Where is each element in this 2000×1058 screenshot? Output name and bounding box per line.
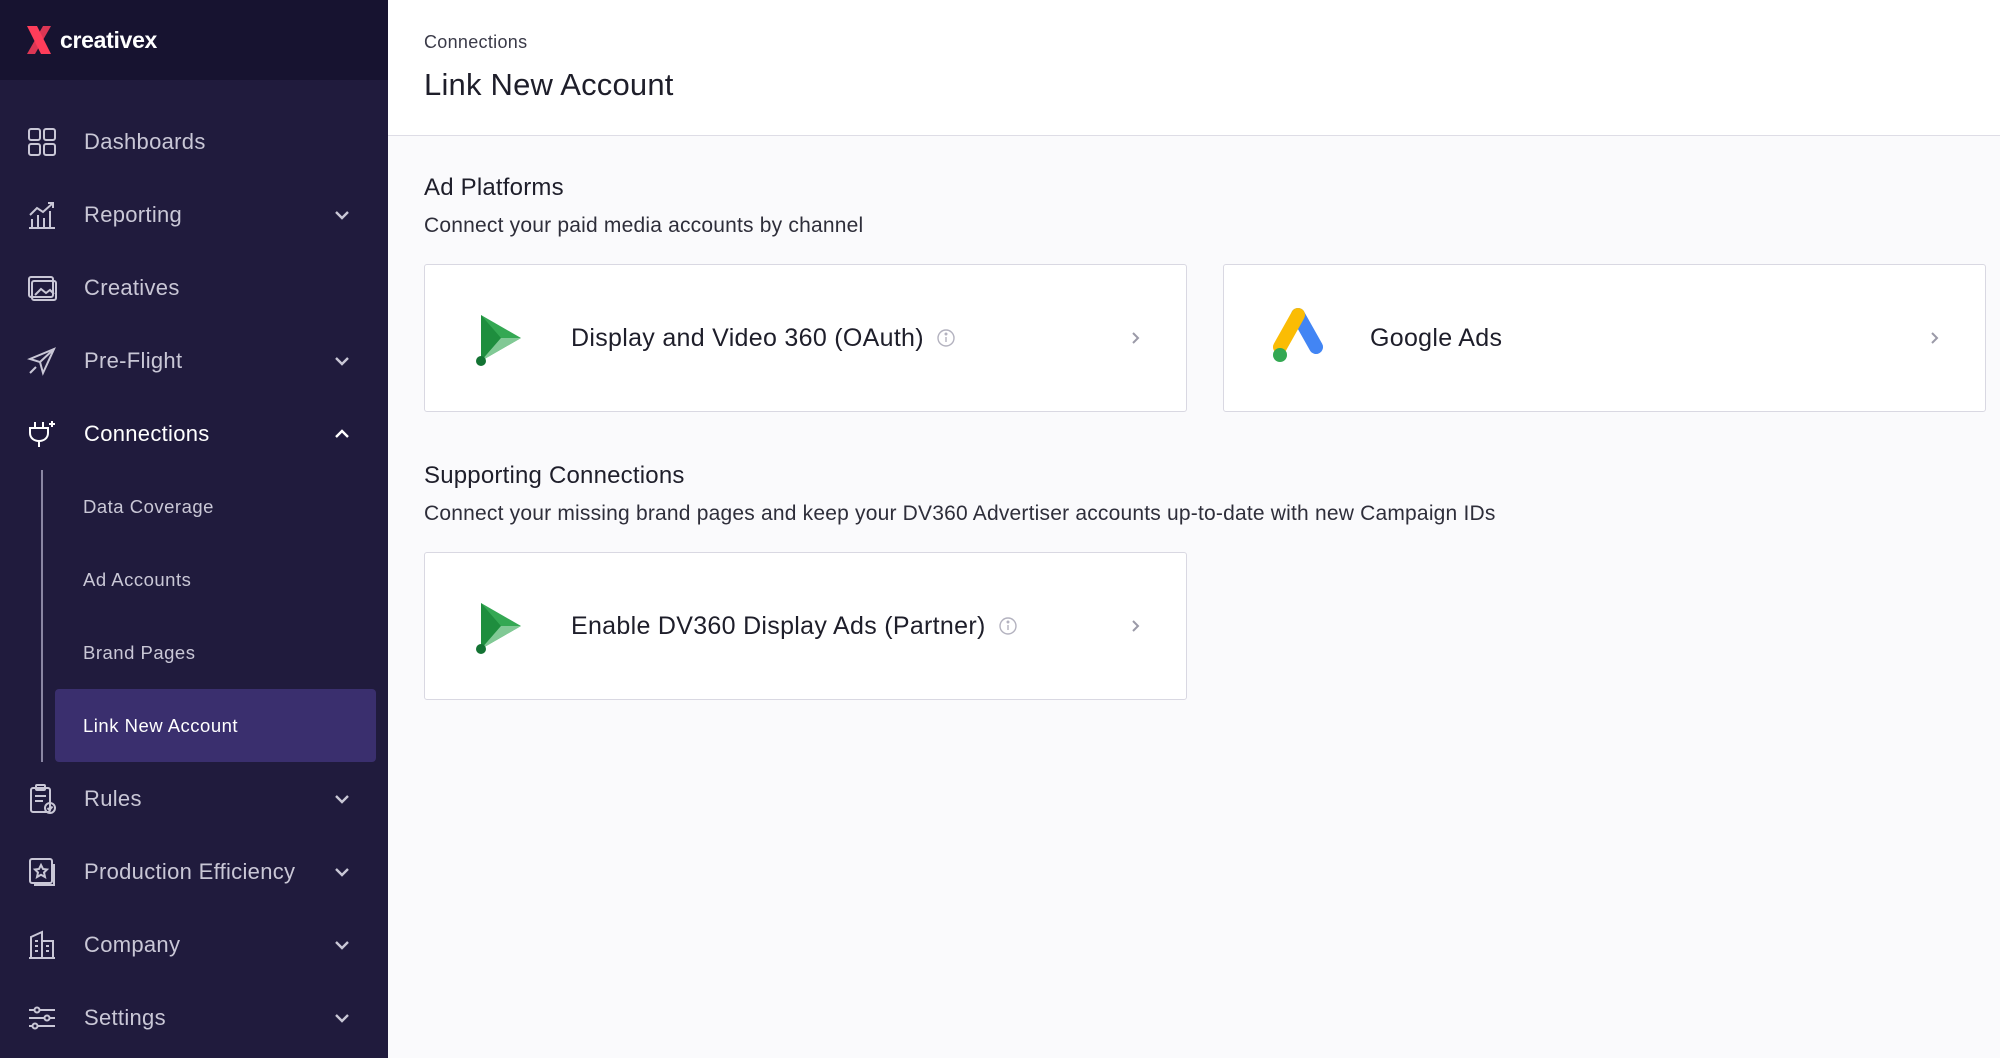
connect-google-ads-card[interactable]: Google Ads bbox=[1223, 264, 1986, 412]
sidebar-nav: Dashboards Reporting Creatives Pre-Fligh… bbox=[0, 80, 388, 1054]
chevron-right-icon bbox=[1931, 332, 1939, 344]
chevron-down-icon[interactable] bbox=[332, 205, 352, 225]
sidebar-subitem-brand-pages[interactable]: Brand Pages bbox=[55, 616, 376, 689]
sidebar-item-production-efficiency[interactable]: Production Efficiency bbox=[0, 835, 388, 908]
chevron-up-icon[interactable] bbox=[332, 424, 352, 444]
page-header: Connections Link New Account bbox=[388, 0, 2000, 136]
sidebar-item-creatives[interactable]: Creatives bbox=[0, 251, 388, 324]
connections-submenu: Data Coverage Ad Accounts Brand Pages Li… bbox=[0, 470, 388, 762]
chevron-down-icon[interactable] bbox=[332, 862, 352, 882]
star-frame-icon bbox=[26, 856, 58, 888]
submenu-guide-line bbox=[41, 470, 43, 762]
enable-dv360-display-ads-card[interactable]: Enable DV360 Display Ads (Partner) bbox=[424, 552, 1187, 700]
sidebar-subitem-data-coverage[interactable]: Data Coverage bbox=[55, 470, 376, 543]
sidebar-item-label: Pre-Flight bbox=[84, 347, 183, 373]
brand-header[interactable]: creativex bbox=[0, 0, 388, 80]
supporting-connections-cards: Enable DV360 Display Ads (Partner) bbox=[424, 552, 2000, 700]
card-label: Display and Video 360 (OAuth) bbox=[571, 323, 924, 352]
sliders-icon bbox=[26, 1002, 58, 1034]
chevron-down-icon[interactable] bbox=[332, 351, 352, 371]
sidebar-item-label: Settings bbox=[84, 1004, 166, 1030]
sidebar-subitem-ad-accounts[interactable]: Ad Accounts bbox=[55, 543, 376, 616]
connect-dv360-oauth-card[interactable]: Display and Video 360 (OAuth) bbox=[424, 264, 1187, 412]
sidebar-item-settings[interactable]: Settings bbox=[0, 981, 388, 1054]
sidebar-item-rules[interactable]: Rules bbox=[0, 762, 388, 835]
brand-name: creativex bbox=[60, 26, 158, 53]
sidebar-item-connections[interactable]: Connections bbox=[0, 397, 388, 470]
info-icon[interactable] bbox=[998, 616, 1018, 636]
chart-icon bbox=[26, 199, 58, 231]
sidebar-item-pre-flight[interactable]: Pre-Flight bbox=[0, 324, 388, 397]
dv360-logo-icon bbox=[469, 595, 531, 657]
sidebar-item-label: Reporting bbox=[84, 201, 183, 227]
plug-icon bbox=[26, 418, 58, 450]
creativex-logo-icon bbox=[27, 26, 51, 54]
sidebar-item-reporting[interactable]: Reporting bbox=[0, 178, 388, 251]
sidebar-item-dashboards[interactable]: Dashboards bbox=[0, 105, 388, 178]
sidebar-item-label: Company bbox=[84, 931, 181, 957]
paper-plane-icon bbox=[26, 345, 58, 377]
ad-platforms-section: Ad Platforms Connect your paid media acc… bbox=[424, 136, 2000, 412]
page-title: Link New Account bbox=[424, 67, 674, 102]
sidebar-item-label: Rules bbox=[84, 785, 142, 811]
grid-icon bbox=[26, 126, 58, 158]
sidebar-item-label: Creatives bbox=[84, 274, 180, 300]
clipboard-check-icon bbox=[26, 783, 58, 815]
section-title: Supporting Connections bbox=[424, 462, 685, 489]
images-icon bbox=[26, 272, 58, 304]
building-icon bbox=[26, 929, 58, 961]
content-area: Ad Platforms Connect your paid media acc… bbox=[388, 136, 2000, 700]
sidebar-item-label: Connections bbox=[84, 420, 210, 446]
chevron-down-icon[interactable] bbox=[332, 789, 352, 809]
dv360-logo-icon bbox=[469, 307, 531, 369]
sidebar-subitem-link-new-account[interactable]: Link New Account bbox=[55, 689, 376, 762]
chevron-right-icon bbox=[1132, 620, 1140, 632]
sidebar-item-label: Dashboards bbox=[84, 128, 206, 154]
google-ads-logo-icon bbox=[1268, 307, 1330, 369]
ad-platforms-cards: Display and Video 360 (OAuth) Google Ads bbox=[424, 264, 2000, 412]
sidebar-item-label: Production Efficiency bbox=[84, 858, 296, 884]
sidebar-item-company[interactable]: Company bbox=[0, 908, 388, 981]
chevron-down-icon[interactable] bbox=[332, 935, 352, 955]
chevron-down-icon[interactable] bbox=[332, 1008, 352, 1028]
breadcrumb[interactable]: Connections bbox=[424, 32, 2000, 53]
sidebar: creativex Dashboards Reporting Creatives… bbox=[0, 0, 388, 1058]
section-subtitle: Connect your paid media accounts by chan… bbox=[424, 214, 864, 237]
card-label: Google Ads bbox=[1370, 323, 1503, 352]
chevron-right-icon bbox=[1132, 332, 1140, 344]
supporting-connections-section: Supporting Connections Connect your miss… bbox=[424, 412, 2000, 700]
main-content: Connections Link New Account Ad Platform… bbox=[388, 0, 2000, 1058]
section-subtitle: Connect your missing brand pages and kee… bbox=[424, 502, 1496, 525]
card-label: Enable DV360 Display Ads (Partner) bbox=[571, 611, 986, 640]
section-title: Ad Platforms bbox=[424, 174, 564, 201]
info-icon[interactable] bbox=[936, 328, 956, 348]
